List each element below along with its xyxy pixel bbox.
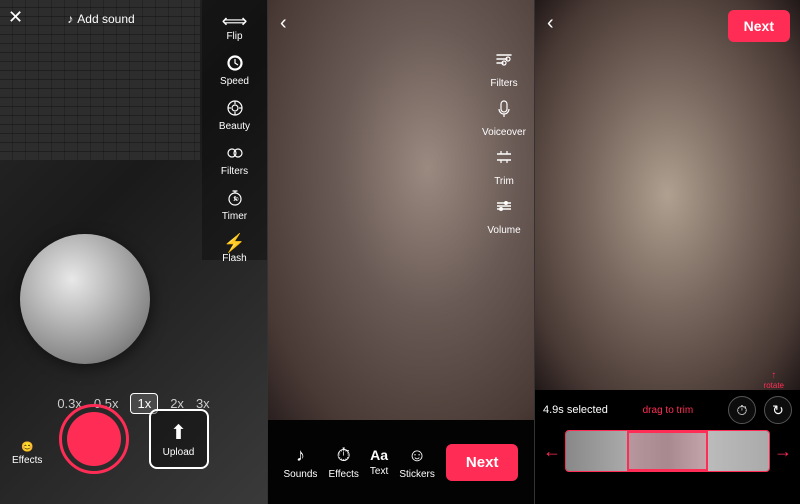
timer-icon: 10 — [226, 189, 244, 210]
svg-text:10: 10 — [233, 197, 239, 203]
edit-panel: ‹ Filters Voiceover — [267, 0, 534, 504]
timeline-row: ← → — [543, 430, 792, 472]
record-inner — [67, 412, 121, 466]
rotate-hint: ↑ rotate — [764, 370, 784, 390]
drag-text: drag to trim — [643, 405, 694, 416]
flash-label: Flash — [222, 253, 246, 264]
action-icons: ↑ change speed ↑ rotate ⏱ ↻ — [728, 396, 792, 424]
stickers-label: Stickers — [399, 469, 435, 480]
voiceover-label: Voiceover — [482, 127, 526, 138]
fluffy-ball-subject — [20, 234, 150, 364]
bottom-controls: 😊 Effects ⬆ Upload — [0, 404, 267, 474]
volume-menu-item[interactable]: Volume — [487, 195, 520, 236]
stickers-menu-item[interactable]: ☺ Stickers — [399, 445, 435, 480]
filters-label: Filters — [221, 166, 248, 177]
sounds-icon: ♪ — [296, 445, 305, 466]
add-sound-label: Add sound — [77, 12, 134, 26]
edit-bottom-bar: ♪ Sounds ⏱ Effects Aa Text ☺ Stickers Ne… — [268, 420, 534, 504]
trim-label: Trim — [494, 176, 514, 187]
speed-clock-button[interactable]: ⏱ — [728, 396, 756, 424]
filters-button[interactable]: Filters — [202, 140, 267, 181]
flip-icon: ⟺ — [222, 12, 248, 30]
text-label: Text — [370, 466, 388, 477]
sounds-menu-item[interactable]: ♪ Sounds — [284, 445, 318, 480]
filters-icon — [226, 144, 244, 165]
effects-bottom-label: Effects — [328, 469, 358, 480]
upload-icon: ⬆ — [170, 420, 187, 445]
selected-text: 4.9s selected — [543, 404, 608, 416]
flash-button[interactable]: ⚡ Flash — [202, 230, 267, 268]
timeline-selection — [627, 431, 708, 471]
trim-icon — [493, 146, 515, 174]
music-icon: ♪ — [67, 12, 73, 26]
filters-edit-label: Filters — [490, 78, 517, 89]
voiceover-menu-item[interactable]: Voiceover — [482, 97, 526, 138]
trim-video-preview — [535, 0, 800, 390]
trim-panel: ‹ Next 4.9s selected drag to trim ↑ chan… — [534, 0, 800, 504]
flip-button[interactable]: ⟺ Flip — [202, 8, 267, 46]
right-toolbar: ⟺ Flip Speed Beauty — [202, 0, 267, 260]
trim-menu-item[interactable]: Trim — [493, 146, 515, 187]
effects-bottom-item[interactable]: ⏱ Effects — [328, 445, 358, 480]
timeline-left-arrow[interactable]: ← — [543, 441, 561, 462]
speed-button[interactable]: Speed — [202, 50, 267, 91]
next-button-panel2[interactable]: Next — [446, 444, 519, 481]
text-icon: Aa — [370, 447, 388, 463]
timeline-right-arrow[interactable]: → — [774, 441, 792, 462]
effects-button[interactable]: 😊 Effects — [12, 442, 42, 466]
beauty-icon — [226, 99, 244, 120]
fur-texture2 — [535, 0, 800, 390]
text-menu-item[interactable]: Aa Text — [370, 447, 388, 477]
add-sound-bar[interactable]: ♪ Add sound — [0, 8, 202, 30]
filters-menu-item[interactable]: Filters — [490, 48, 517, 89]
upload-label: Upload — [163, 447, 195, 458]
volume-label: Volume — [487, 225, 520, 236]
beauty-button[interactable]: Beauty — [202, 95, 267, 136]
effects-icon: 😊 — [21, 442, 33, 453]
filters-edit-icon — [493, 48, 515, 76]
voiceover-icon — [493, 97, 515, 125]
record-panel: ✕ ♪ Add sound ⟺ Flip Speed — [0, 0, 267, 504]
rotate-button[interactable]: ↻ — [764, 396, 792, 424]
timeline-strip[interactable] — [565, 430, 770, 472]
beauty-label: Beauty — [219, 121, 250, 132]
timeline-thumbnail — [566, 431, 769, 471]
trim-bottom-area: 4.9s selected drag to trim ↑ change spee… — [535, 390, 800, 504]
effects-label-text: Effects — [12, 455, 42, 466]
timer-label: Timer — [222, 211, 247, 222]
flip-label: Flip — [226, 31, 242, 42]
back-button-panel3[interactable]: ‹ — [547, 12, 554, 35]
flash-icon: ⚡ — [223, 234, 245, 252]
effects-bottom-icon: ⏱ — [337, 445, 351, 466]
stickers-icon: ☺ — [408, 445, 426, 466]
record-button[interactable] — [59, 404, 129, 474]
speed-label: Speed — [220, 76, 249, 87]
trim-info-row: 4.9s selected drag to trim ↑ change spee… — [543, 396, 792, 424]
right-edit-menu: Filters Voiceover Trim — [474, 40, 534, 244]
sounds-label: Sounds — [284, 469, 318, 480]
next-button-panel3[interactable]: Next — [728, 10, 790, 42]
speed-icon — [226, 54, 244, 75]
timer-button[interactable]: 10 Timer — [202, 185, 267, 226]
upload-button[interactable]: ⬆ Upload — [149, 409, 209, 469]
rotate-arrow-icon: ↑ — [764, 370, 784, 381]
back-button[interactable]: ‹ — [280, 12, 287, 35]
volume-icon — [493, 195, 515, 223]
